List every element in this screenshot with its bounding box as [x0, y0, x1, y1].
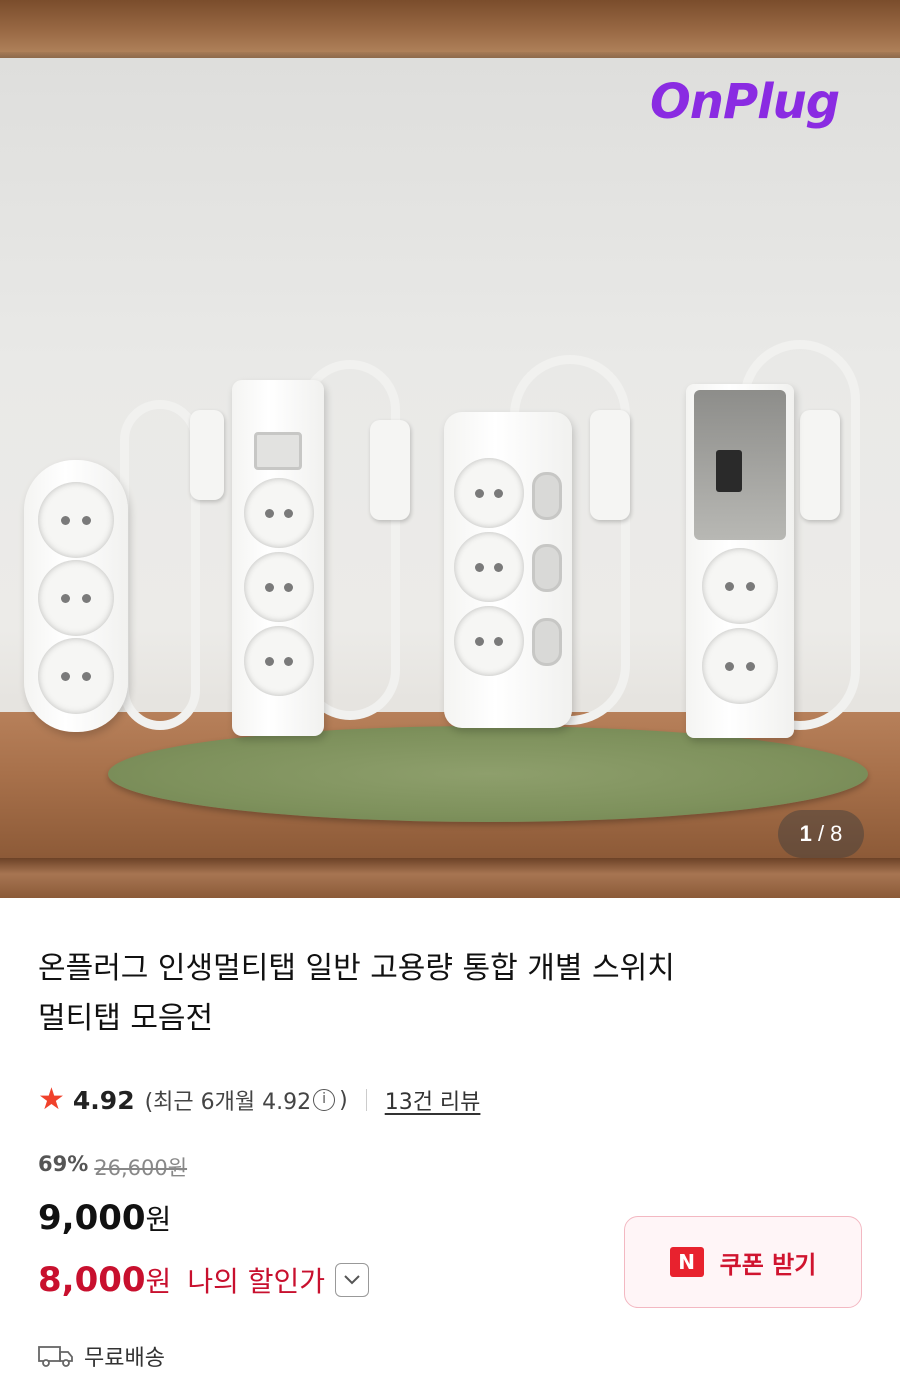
my-discount-price[interactable]: 8,000원 나의 할인가	[38, 1260, 370, 1300]
product-title: 온플러그 인생멀티탭 일반 고용량 통합 개별 스위치 멀티탭 모음전	[38, 944, 858, 1044]
my-price-label: 나의 할인가	[187, 1265, 326, 1298]
recent-rating-close: )	[339, 1087, 348, 1113]
power-strip-2	[232, 380, 324, 736]
sale-price-unit: 원	[145, 1203, 172, 1236]
cable	[120, 400, 200, 730]
shelf-edge	[0, 858, 900, 898]
coupon-button[interactable]: N 쿠폰 받기	[624, 1216, 862, 1308]
product-image-carousel[interactable]: OnPlug 1 / 8	[0, 0, 900, 898]
rating-row: ★ 4.92 (최근 6개월 4.92 i ) 13건 리뷰	[38, 1080, 480, 1120]
plug	[590, 410, 630, 520]
n-pay-icon: N	[669, 1247, 704, 1277]
sale-price: 9,000원	[38, 1198, 171, 1238]
rating-score: 4.92	[72, 1085, 135, 1115]
recent-rating: (최근 6개월 4.92 i )	[145, 1084, 348, 1116]
plug	[800, 410, 840, 520]
power-strip-3	[444, 412, 572, 728]
power-strip-4	[686, 384, 794, 738]
my-price-amount-wrap: 8,000원	[38, 1260, 171, 1300]
chevron-down-icon[interactable]	[335, 1263, 370, 1297]
discount-percent: 69%	[38, 1152, 89, 1176]
power-strip-1	[24, 460, 128, 732]
my-price-amount: 8,000	[38, 1260, 146, 1300]
brand-logo: OnPlug	[650, 74, 840, 130]
discount-row: 69% 26,600원	[38, 1152, 187, 1182]
green-mat	[108, 726, 868, 822]
image-counter: 1 / 8	[778, 810, 864, 858]
truck-icon	[38, 1344, 74, 1368]
reviews-link[interactable]: 13건 리뷰	[385, 1084, 481, 1116]
shelf-top	[0, 0, 900, 58]
shipping-info: 무료배송	[38, 1340, 165, 1372]
sale-price-amount: 9,000	[38, 1198, 146, 1238]
product-title-line: 멀티탭 모음전	[38, 1001, 214, 1036]
product-title-line: 온플러그 인생멀티탭 일반 고용량 통합 개별 스위치	[38, 951, 675, 986]
info-icon[interactable]: i	[313, 1089, 336, 1111]
image-counter-total: 8	[830, 821, 843, 846]
image-counter-current: 1	[799, 821, 812, 846]
recent-rating-text: (최근 6개월 4.92	[144, 1090, 312, 1115]
divider	[365, 1089, 367, 1111]
plug	[190, 410, 224, 500]
plug	[370, 420, 410, 520]
original-price: 26,600원	[94, 1156, 188, 1180]
star-icon: ★	[38, 1082, 65, 1117]
shipping-label: 무료배송	[84, 1346, 165, 1371]
coupon-label: 쿠폰 받기	[719, 1250, 817, 1279]
my-price-unit: 원	[145, 1265, 172, 1298]
